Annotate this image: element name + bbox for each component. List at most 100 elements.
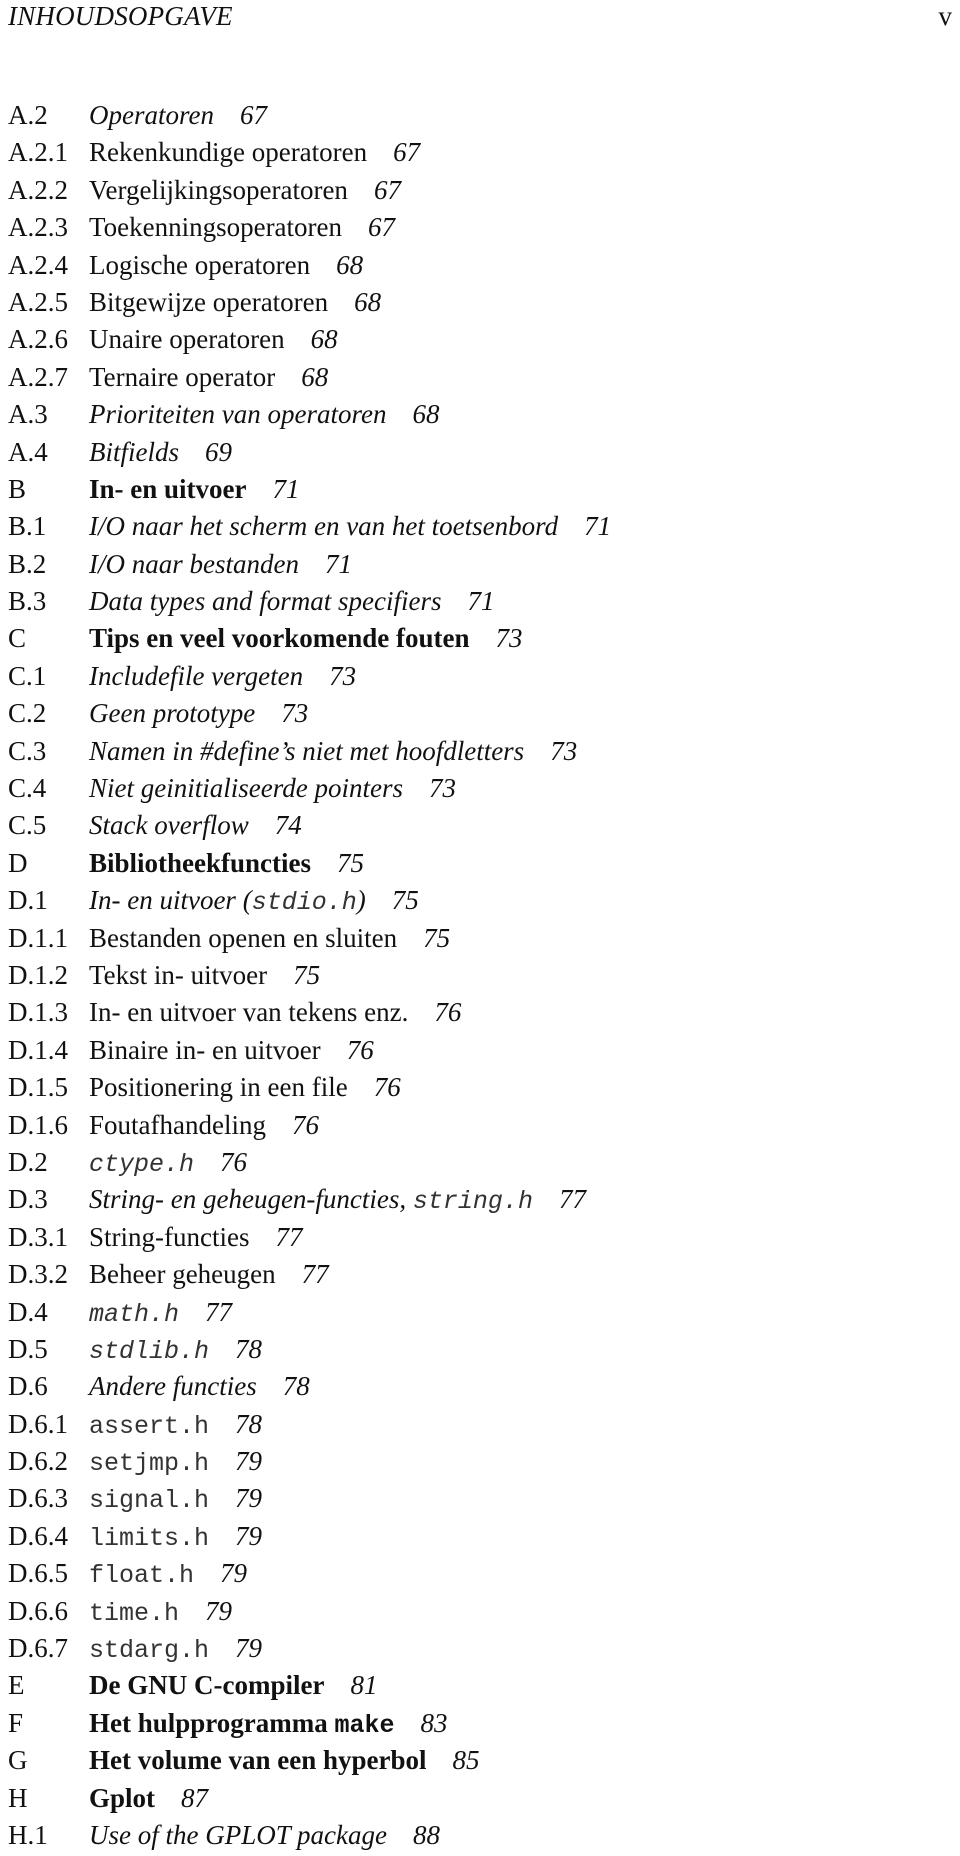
entry-title: In- en uitvoer (stdio.h) 75 — [89, 882, 419, 921]
toc-entry-subsection[interactable]: A.2.7 Ternaire operator 68 — [8, 359, 948, 396]
toc-entry-subsection[interactable]: A.2.3 Toekenningsoperatoren 67 — [8, 209, 948, 246]
toc-entry-section[interactable]: C.3 Namen in #define’s niet met hoofdlet… — [8, 733, 948, 770]
entry-number: D.5 — [8, 1333, 48, 1364]
toc-entry-section[interactable]: D.6 Andere functies 78 — [8, 1368, 948, 1405]
toc-entry-subsection[interactable]: D.1.4 Binaire in- en uitvoer 76 — [8, 1032, 948, 1069]
toc-entry-section[interactable]: D.5 stdlib.h 78 — [8, 1331, 948, 1368]
entry-title: Het hulpprogramma make 83 — [89, 1705, 448, 1744]
toc-entry-section[interactable]: D.4 math.h 77 — [8, 1294, 948, 1331]
toc-entry-subsection[interactable]: D.3.1 String-functies 77 — [8, 1219, 948, 1256]
entry-title-text: Operatoren — [89, 100, 214, 130]
toc-entry-section[interactable]: C.2 Geen prototype 73 — [8, 695, 948, 732]
toc-entry-chapter[interactable]: F Het hulpprogramma make 83 — [8, 1705, 948, 1742]
toc-entry-subsection[interactable]: D.6.4 limits.h 79 — [8, 1518, 948, 1555]
entry-number: D.1.5 — [8, 1072, 68, 1103]
entry-code: ctype.h — [89, 1149, 195, 1179]
entry-title: Tekst in- uitvoer 75 — [89, 957, 320, 996]
toc-entry-chapter[interactable]: H Gplot 87 — [8, 1780, 948, 1817]
entry-number: F — [8, 1707, 24, 1738]
toc-entry-section[interactable]: D.1 In- en uitvoer (stdio.h) 75 — [8, 882, 948, 919]
entry-title: Includefile vergeten 73 — [89, 658, 356, 697]
toc-entry-section[interactable]: A.4 Bitfields 69 — [8, 434, 948, 471]
entry-page: 78 — [282, 1371, 310, 1402]
toc-entry-section[interactable]: B.3 Data types and format specifiers 71 — [8, 583, 948, 620]
toc-entry-chapter[interactable]: D Bibliotheekfuncties 75 — [8, 845, 948, 882]
toc-entry-section[interactable]: B.2 I/O naar bestanden 71 — [8, 546, 948, 583]
toc-entry-subsection[interactable]: D.6.5 float.h 79 — [8, 1555, 948, 1592]
entry-number: A.2.5 — [8, 286, 68, 317]
entry-number: D.1.2 — [8, 959, 68, 990]
entry-page: 78 — [235, 1408, 263, 1439]
entry-number: H.1 — [8, 1819, 48, 1850]
toc-entry-subsection[interactable]: A.2.6 Unaire operatoren 68 — [8, 321, 948, 358]
entry-page: 77 — [275, 1221, 303, 1252]
entry-title: Foutafhandeling 76 — [89, 1107, 319, 1146]
toc-entry-section[interactable]: B.1 I/O naar het scherm en van het toets… — [8, 508, 948, 545]
entry-number: D.6.3 — [8, 1483, 68, 1514]
toc-entry-chapter[interactable]: B In- en uitvoer 71 — [8, 471, 948, 508]
entry-number: C — [8, 623, 27, 654]
toc-entry-subsection[interactable]: D.1.3 In- en uitvoer van tekens enz. 76 — [8, 994, 948, 1031]
entry-title: Bitfields 69 — [89, 434, 232, 473]
toc-entry-subsection[interactable]: D.6.3 signal.h 79 — [8, 1480, 948, 1517]
entry-page: 85 — [452, 1745, 480, 1776]
entry-page: 77 — [301, 1259, 329, 1290]
toc-entry-subsection[interactable]: D.1.2 Tekst in- uitvoer 75 — [8, 957, 948, 994]
toc-entry-subsection[interactable]: D.6.7 stdarg.h 79 — [8, 1630, 948, 1667]
entry-title: Prioriteiten van operatoren 68 — [89, 396, 439, 435]
entry-number: D.6 — [8, 1371, 48, 1402]
entry-page: 75 — [423, 922, 451, 953]
toc-entry-section[interactable]: C.4 Niet geinitialiseerde pointers 73 — [8, 770, 948, 807]
entry-page: 76 — [373, 1072, 401, 1103]
entry-number: D.3.2 — [8, 1259, 68, 1290]
entry-title: float.h 79 — [89, 1555, 247, 1594]
toc-entry-section[interactable]: C.5 Stack overflow 74 — [8, 807, 948, 844]
toc-entry-chapter[interactable]: G Het volume van een hyperbol 85 — [8, 1742, 948, 1779]
toc-entry-subsection[interactable]: A.2.1 Rekenkundige operatoren 67 — [8, 134, 948, 171]
entry-title: Rekenkundige operatoren 67 — [89, 134, 420, 173]
toc-entry-subsection[interactable]: A.2.5 Bitgewijze operatoren 68 — [8, 284, 948, 321]
toc-entry-section[interactable]: H.1 Use of the GPLOT package 88 — [8, 1817, 948, 1854]
entry-number: E — [8, 1670, 25, 1701]
toc-entry-subsection[interactable]: D.1.6 Foutafhandeling 76 — [8, 1107, 948, 1144]
entry-title-text: Toekenningsoperatoren — [89, 212, 343, 243]
toc-entry-section[interactable]: D.2 ctype.h 76 — [8, 1144, 948, 1181]
table-of-contents: A.2 Operatoren 67 A.2.1 Rekenkundige oper… — [8, 97, 948, 1854]
entry-title-text: Het volume van een hyperbol — [89, 1745, 427, 1776]
entry-page: 79 — [235, 1633, 263, 1664]
entry-number: A.2 — [8, 100, 48, 130]
entry-title-text: Vergelijkingsoperatoren — [89, 174, 348, 205]
toc-entry-subsection[interactable]: D.3.2 Beheer geheugen 77 — [8, 1256, 948, 1293]
toc-entry-subsection[interactable]: D.6.1 assert.h 78 — [8, 1406, 948, 1443]
toc-entry-chapter[interactable]: C Tips en veel voorkomende fouten 73 — [8, 620, 948, 657]
toc-entry-subsection[interactable]: D.1.5 Positionering in een file 76 — [8, 1069, 948, 1106]
toc-entry-subsection[interactable]: D.6.2 setjmp.h 79 — [8, 1443, 948, 1480]
toc-entry-subsection[interactable]: A.2.4 Logische operatoren 68 — [8, 247, 948, 284]
entry-number: D.1.6 — [8, 1109, 68, 1140]
toc-entry-subsection[interactable]: A.2.2 Vergelijkingsoperatoren 67 — [8, 172, 948, 209]
entry-page: 75 — [337, 847, 365, 878]
entry-title-text: Rekenkundige operatoren — [89, 137, 368, 168]
toc-entry-subsection[interactable]: D.1.1 Bestanden openen en sluiten 75 — [8, 920, 948, 957]
entry-title: String- en geheugen-functies, string.h 77 — [89, 1181, 586, 1220]
entry-number: D.6.7 — [8, 1633, 68, 1664]
toc-entry-section[interactable]: A.3 Prioriteiten van operatoren 68 — [8, 396, 948, 433]
entry-number: D.6.4 — [8, 1520, 68, 1551]
entry-code: float.h — [89, 1561, 195, 1591]
toc-entry-chapter[interactable]: E De GNU C-compiler 81 — [8, 1667, 948, 1704]
entry-title-text: Logische operatoren — [89, 249, 311, 280]
entry-title-text: In- en uitvoer van tekens enz. — [89, 997, 409, 1028]
entry-page: 68 — [412, 399, 440, 430]
entry-page: 74 — [274, 810, 302, 841]
entry-title: signal.h 79 — [89, 1480, 262, 1519]
toc-entry-section[interactable]: D.3 String- en geheugen-functies, string… — [8, 1181, 948, 1218]
toc-entry-section[interactable]: C.1 Includefile vergeten 73 — [8, 658, 948, 695]
toc-entry-subsection[interactable]: D.6.6 time.h 79 — [8, 1593, 948, 1630]
entry-title: Data types and format specifiers 71 — [89, 583, 494, 622]
entry-page: 73 — [329, 660, 357, 691]
entry-number: D.1.3 — [8, 997, 68, 1028]
entry-number: D.6.2 — [8, 1446, 68, 1477]
toc-entry-section[interactable]: A.2 Operatoren 67 — [8, 97, 948, 134]
entry-code: limits.h — [89, 1523, 210, 1553]
entry-page: 73 — [428, 773, 456, 804]
